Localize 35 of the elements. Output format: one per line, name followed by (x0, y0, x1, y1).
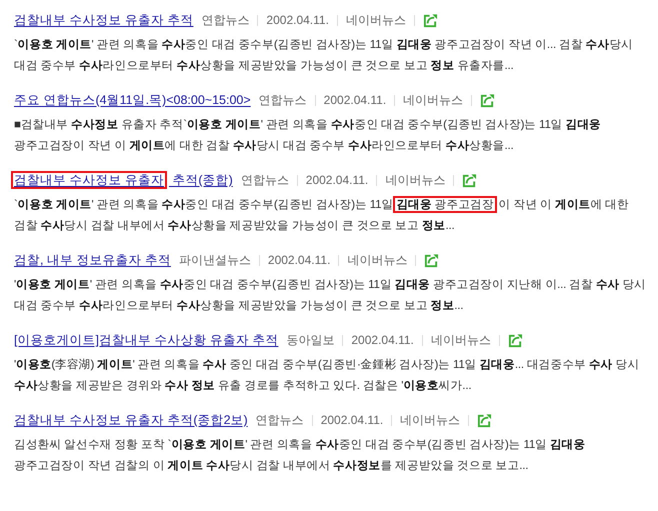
news-source: 파이낸셜뉴스 (178, 252, 251, 268)
portal-link[interactable]: 네이버뉴스 (346, 12, 406, 28)
article-date: 2002.04.11. (306, 173, 368, 187)
portal-link[interactable]: 네이버뉴스 (400, 412, 460, 428)
news-source: 연합뉴스 (240, 172, 289, 188)
article-snippet: `이용호 게이트' 관련 의혹을 수사중인 대검 중수부(김종빈 검사장)는 11일 김대웅 광주고검장 이 작년 이 게이트에 대한 검찰 수사당시 검찰 내부에서 수사상황을 제공받았을 가능성이 큰 것으로 보고 정보... (14, 195, 630, 234)
portal-link[interactable]: 네이버뉴스 (430, 332, 491, 348)
article-snippet: `이용호 게이트' 관련 의혹을 수사중인 대검 중수부(김종빈 검사장)는 11일 김대웅 광주고검장이 작년 이... 검찰 수사당시 대검 중수부 수사라인으로부터 수사상황을 제공받았을 가능성이 큰 것으로 보고 정보 유출자를... (14, 37, 634, 74)
portal-link[interactable]: 네이버뉴스 (385, 172, 446, 188)
article-title-link[interactable]: 주요 연합뉴스(4월11일.목)<08:00~15:00> (14, 92, 251, 108)
article-title-link[interactable]: 검찰, 내부 정보유출자 추적 (14, 252, 171, 268)
article-snippet: 김성환씨 알선수재 정황 포착 `이용호 게이트' 관련 의혹을 수사중인 대검 중수부(김종빈 검사장)는 11일 김대웅 광주고검장이 작년 검찰의 이 게이트 수사당시 검찰 내부에서 수사정보를 제공받았을 것으로 보고... (14, 437, 586, 474)
news-source: 연합뉴스 (256, 412, 304, 428)
news-source: 연합뉴스 (201, 12, 250, 28)
article-date: 2002.04.11. (351, 333, 414, 347)
article-title-link[interactable]: 검찰내부 수사정보 유출자 추적 (14, 12, 194, 28)
share-icon[interactable] (462, 172, 478, 188)
article-date: 2002.04.11. (266, 13, 329, 27)
article-snippet: '이용호(李容湖) 게이트' 관련 의혹을 수사 중인 대검 중수부(김종빈·金鍾彬 검사장)는 11일 김대웅... 대검중수부 수사 당시 수사상황을 제공받은 경위와 수사 정보 유출 경로를 추적하고 있다. 검찰은 '이용호씨가... (14, 357, 640, 394)
article-date: 2002.04.11. (324, 93, 386, 107)
article-snippet: '이용호 게이트' 관련 의혹을 수사중인 대검 중수부(김종빈 검사장)는 11일 김대웅 광주고검장이 지난해 이... 검찰 수사 당시 대검 중수부 수사라인으로부터 수사상황을 제공받았을 가능성이 큰 것으로 보고 정보... (14, 277, 648, 314)
article-date: 2002.04.11. (320, 413, 384, 427)
portal-link[interactable]: 네이버뉴스 (403, 92, 464, 108)
share-icon[interactable] (477, 412, 492, 428)
portal-link[interactable]: 네이버뉴스 (347, 252, 408, 268)
share-icon[interactable] (480, 92, 496, 108)
article-snippet: ■검찰내부 수사정보 유출자 추적`이용호 게이트' 관련 의혹을 수사중인 대검 중수부(김종빈 검사장)는 11일 김대웅 광주고검장이 작년 이 게이트에 대한 검찰 수사당시 대검 중수부 수사라인으로부터 수사상황을... (14, 117, 602, 154)
share-icon[interactable] (508, 332, 523, 348)
share-icon[interactable] (422, 12, 438, 28)
article-title-link[interactable]: 검찰내부 수사정보 유출자 추적(종합2보) (14, 412, 248, 428)
news-source: 동아일보 (286, 332, 334, 348)
article-title-link[interactable]: [이용호게이트]검찰내부 수사상황 유출자 추적 (14, 332, 278, 348)
news-source: 연합뉴스 (258, 92, 307, 108)
share-icon[interactable] (424, 252, 440, 268)
article-date: 2002.04.11. (268, 253, 330, 267)
